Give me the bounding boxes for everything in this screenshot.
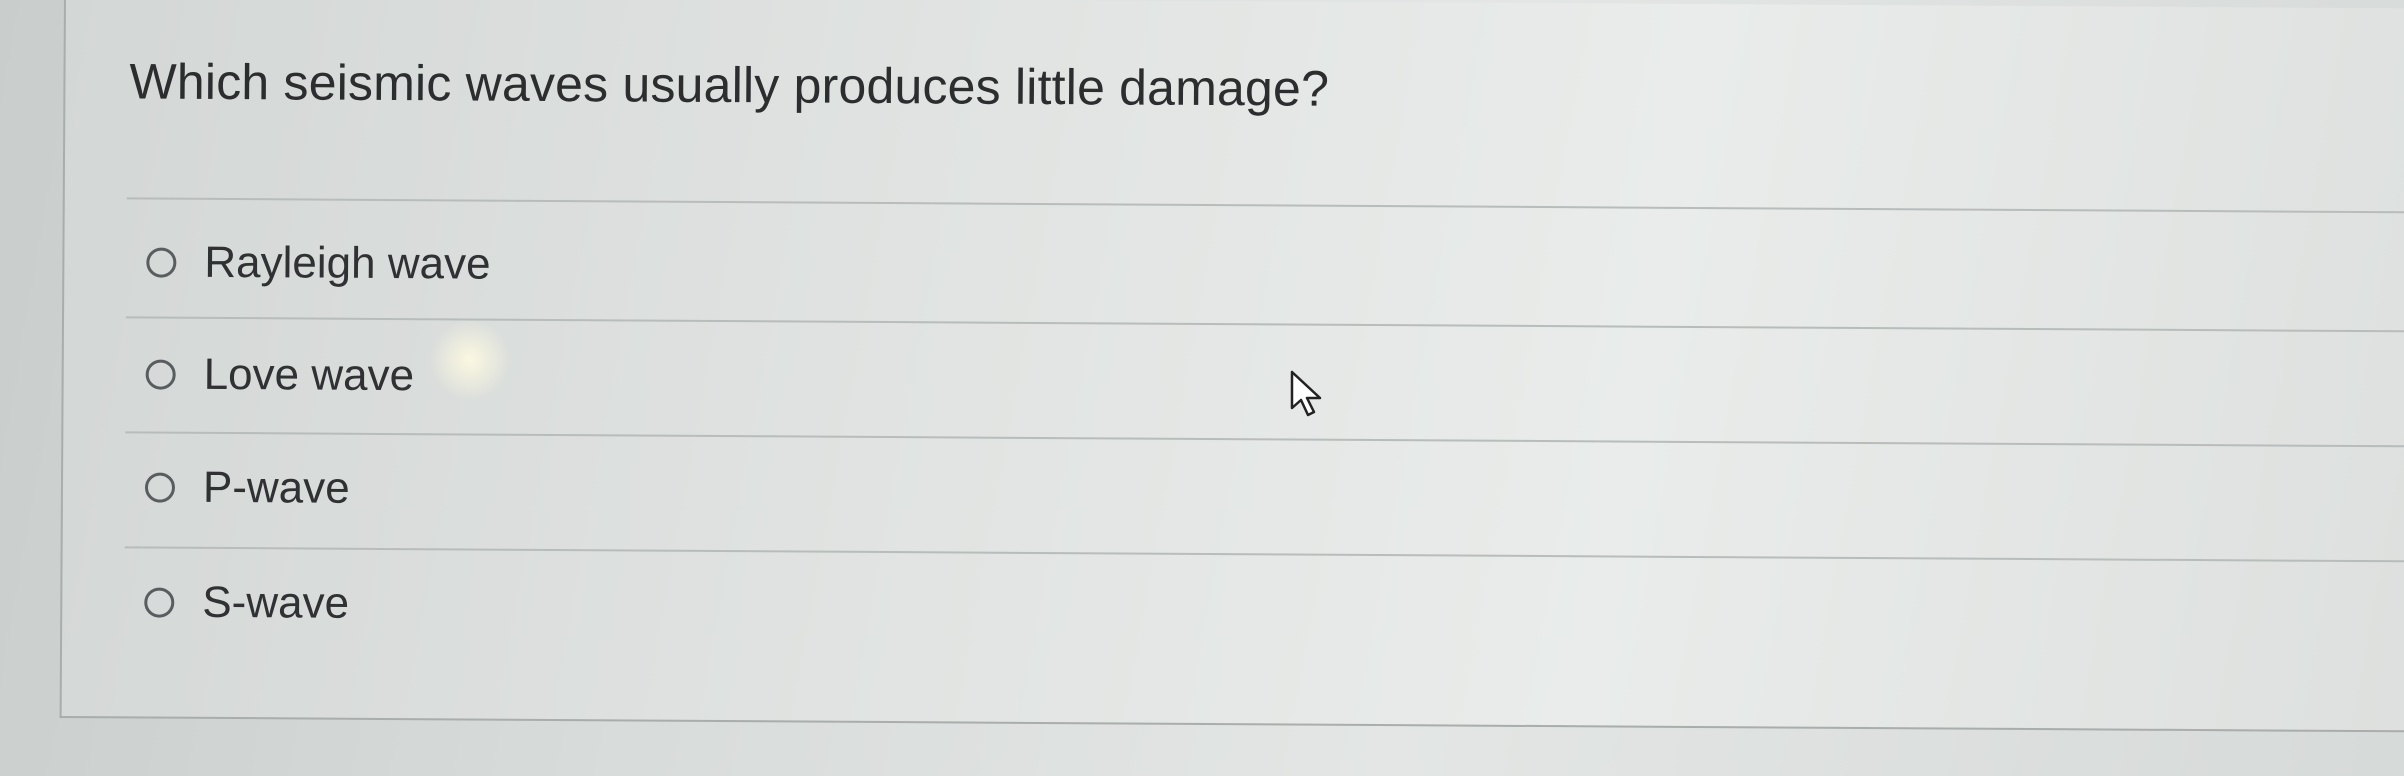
radio-button[interactable]: [145, 359, 176, 390]
question-card: Which seismic waves usually produces lit…: [59, 0, 2404, 733]
divider: [125, 431, 2404, 448]
option-label: Love wave: [203, 349, 415, 401]
radio-button[interactable]: [146, 247, 177, 278]
arrow-pointer-icon: [1290, 370, 1322, 417]
radio-button[interactable]: [144, 472, 176, 503]
divider: [124, 546, 2404, 563]
answer-option-p-wave[interactable]: P-wave: [144, 458, 350, 519]
option-label: S-wave: [202, 577, 350, 628]
radio-button[interactable]: [144, 587, 175, 618]
answer-option-s-wave[interactable]: S-wave: [144, 573, 349, 634]
option-label: Rayleigh wave: [204, 237, 491, 289]
screen: Which seismic waves usually produces lit…: [0, 0, 2404, 776]
screen-glare: [430, 320, 510, 400]
option-label: P-wave: [202, 462, 350, 513]
answer-option-rayleigh-wave[interactable]: Rayleigh wave: [146, 233, 491, 295]
answer-option-love-wave[interactable]: Love wave: [145, 345, 414, 407]
question-text: Which seismic waves usually produces lit…: [129, 53, 1330, 117]
divider: [126, 197, 2404, 214]
